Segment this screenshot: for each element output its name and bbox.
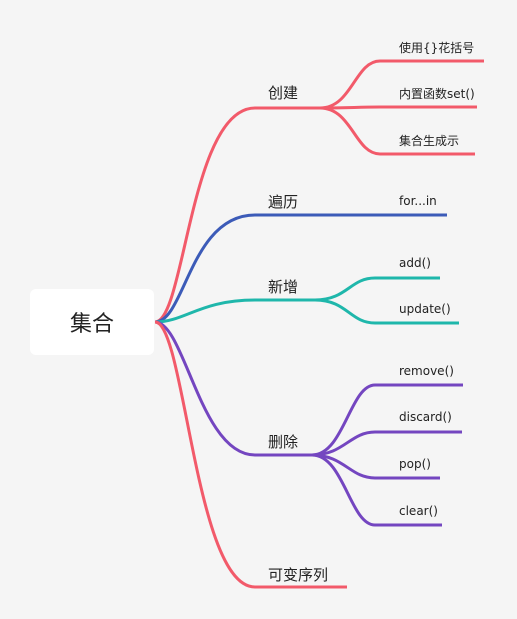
node-add-add[interactable]: add() xyxy=(399,256,431,270)
branch-delete-label[interactable]: 删除 xyxy=(268,431,298,452)
node-create-set-func[interactable]: 内置函数set() xyxy=(399,85,475,102)
node-traverse-forin[interactable]: for...in xyxy=(399,194,437,208)
root-label: 集合 xyxy=(69,312,114,337)
node-delete-discard[interactable]: discard() xyxy=(399,410,452,424)
node-create-braces[interactable]: 使用{}花括号 xyxy=(399,39,474,56)
branch-traverse-label[interactable]: 遍历 xyxy=(268,191,298,212)
node-add-update[interactable]: update() xyxy=(399,302,451,316)
node-delete-pop[interactable]: pop() xyxy=(399,457,431,471)
branch-mutable-label[interactable]: 可变序列 xyxy=(268,564,328,585)
connector-delete-2 xyxy=(311,430,462,457)
node-create-comprehension[interactable]: 集合生成示 xyxy=(399,132,459,149)
branch-add-label[interactable]: 新增 xyxy=(268,276,298,297)
root-node[interactable]: 集合 xyxy=(30,289,154,355)
connector-create-2 xyxy=(319,105,477,110)
connector-add-1 xyxy=(314,276,440,302)
branch-create-label[interactable]: 创建 xyxy=(268,82,298,103)
node-delete-clear[interactable]: clear() xyxy=(399,504,438,518)
connector-add xyxy=(154,298,320,324)
node-delete-remove[interactable]: remove() xyxy=(399,364,454,378)
